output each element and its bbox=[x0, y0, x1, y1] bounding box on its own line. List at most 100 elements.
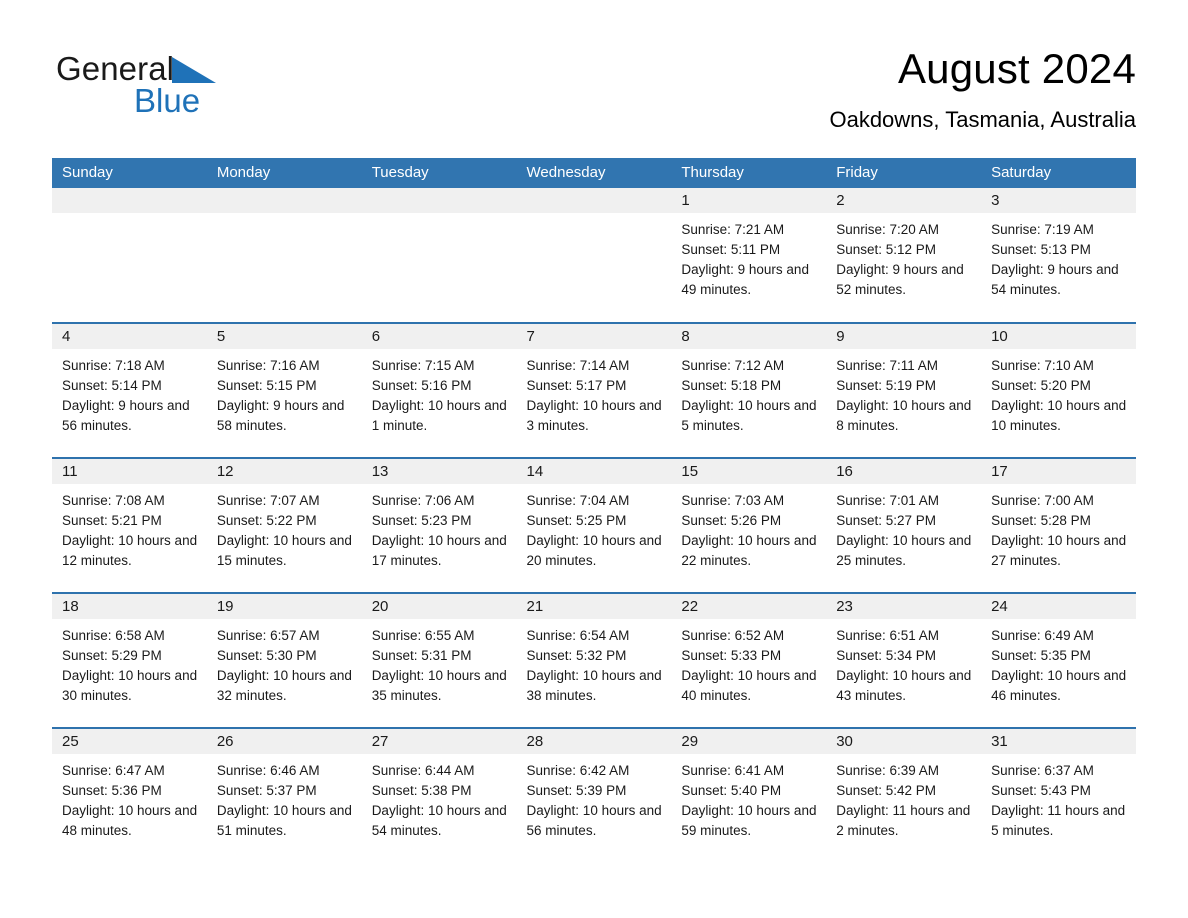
day-cell-inner: 15 Sunrise: 7:03 AM Sunset: 5:26 PM Dayligh… bbox=[671, 459, 827, 592]
weekday-header-monday: Monday bbox=[206, 158, 362, 188]
day-cell-inner: 13 Sunrise: 7:06 AM Sunset: 5:23 PM Dayligh… bbox=[361, 459, 517, 592]
day-cell-inner: 14 Sunrise: 7:04 AM Sunset: 5:25 PM Dayligh… bbox=[516, 459, 672, 592]
daylight-text: Daylight: 9 hours and 49 minutes. bbox=[681, 262, 809, 297]
day-cell-inner: 6 Sunrise: 7:15 AM Sunset: 5:16 PM Daylight… bbox=[361, 324, 517, 457]
location-subtitle: Oakdowns, Tasmania, Australia bbox=[829, 107, 1136, 132]
calendar-day-cell[interactable]: 9 Sunrise: 7:11 AM Sunset: 5:19 PM Daylight… bbox=[826, 322, 982, 458]
calendar-day-cell[interactable]: 11 Sunrise: 7:08 AM Sunset: 5:21 PM Dayligh… bbox=[52, 457, 207, 593]
day-info: Sunrise: 6:57 AM Sunset: 5:30 PM Daylight:… bbox=[207, 619, 362, 706]
calendar-day-cell[interactable]: 23 Sunrise: 6:51 AM Sunset: 5:34 PM Dayligh… bbox=[826, 592, 982, 728]
day-info: Sunrise: 6:52 AM Sunset: 5:33 PM Daylight:… bbox=[671, 619, 826, 706]
day-number: 2 bbox=[826, 188, 982, 213]
calendar-day-cell[interactable]: 1 Sunrise: 7:21 AM Sunset: 5:11 PM Daylight… bbox=[671, 188, 827, 323]
sunset-text: Sunset: 5:32 PM bbox=[526, 648, 627, 663]
day-cell-inner: 3 Sunrise: 7:19 AM Sunset: 5:13 PM Daylight… bbox=[981, 188, 1136, 322]
day-info: Sunrise: 6:39 AM Sunset: 5:42 PM Daylight:… bbox=[826, 754, 981, 841]
sunset-text: Sunset: 5:34 PM bbox=[836, 648, 937, 663]
day-info: Sunrise: 7:00 AM Sunset: 5:28 PM Daylight:… bbox=[981, 484, 1136, 571]
day-cell-inner bbox=[516, 188, 672, 322]
sunrise-text: Sunrise: 7:18 AM bbox=[62, 358, 165, 373]
calendar-day-cell[interactable]: 10 Sunrise: 7:10 AM Sunset: 5:20 PM Dayligh… bbox=[981, 322, 1136, 458]
sunrise-text: Sunrise: 6:54 AM bbox=[526, 628, 630, 643]
calendar-cell-empty bbox=[206, 188, 362, 323]
daylight-text: Daylight: 10 hours and 30 minutes. bbox=[62, 668, 198, 703]
day-number: 1 bbox=[671, 188, 827, 213]
calendar-day-cell[interactable]: 5 Sunrise: 7:16 AM Sunset: 5:15 PM Daylight… bbox=[206, 322, 362, 458]
day-cell-inner: 20 Sunrise: 6:55 AM Sunset: 5:31 PM Dayligh… bbox=[361, 594, 517, 727]
calendar-day-cell[interactable]: 7 Sunrise: 7:14 AM Sunset: 5:17 PM Daylight… bbox=[516, 322, 672, 458]
sunset-text: Sunset: 5:35 PM bbox=[991, 648, 1091, 663]
day-cell-inner: 25 Sunrise: 6:47 AM Sunset: 5:36 PM Dayligh… bbox=[52, 729, 207, 863]
page-header: General Blue August 2024 Oakdowns, Tasma… bbox=[0, 0, 1188, 132]
day-info: Sunrise: 7:08 AM Sunset: 5:21 PM Daylight:… bbox=[52, 484, 207, 571]
daylight-text: Daylight: 10 hours and 35 minutes. bbox=[371, 668, 507, 703]
sunrise-text: Sunrise: 7:03 AM bbox=[681, 493, 785, 508]
calendar-day-cell[interactable]: 15 Sunrise: 7:03 AM Sunset: 5:26 PM Dayligh… bbox=[671, 457, 827, 593]
daylight-text: Daylight: 10 hours and 8 minutes. bbox=[836, 398, 972, 433]
calendar-day-cell[interactable]: 14 Sunrise: 7:04 AM Sunset: 5:25 PM Dayligh… bbox=[516, 457, 672, 593]
logo-line-two: Blue bbox=[56, 84, 326, 117]
day-number: 19 bbox=[206, 594, 362, 619]
calendar-day-cell[interactable]: 29 Sunrise: 6:41 AM Sunset: 5:40 PM Dayligh… bbox=[671, 727, 827, 863]
day-number: 7 bbox=[516, 324, 672, 349]
daylight-text: Daylight: 10 hours and 10 minutes. bbox=[991, 398, 1127, 433]
day-cell-inner: 21 Sunrise: 6:54 AM Sunset: 5:32 PM Dayligh… bbox=[516, 594, 672, 727]
calendar-week-row: 25 Sunrise: 6:47 AM Sunset: 5:36 PM Dayligh… bbox=[52, 727, 1136, 863]
day-number: 24 bbox=[981, 594, 1136, 619]
calendar-day-cell[interactable]: 31 Sunrise: 6:37 AM Sunset: 5:43 PM Dayligh… bbox=[981, 727, 1136, 863]
calendar-day-cell[interactable]: 6 Sunrise: 7:15 AM Sunset: 5:16 PM Daylight… bbox=[361, 322, 517, 458]
sunrise-text: Sunrise: 6:41 AM bbox=[681, 763, 785, 778]
calendar-day-cell[interactable]: 25 Sunrise: 6:47 AM Sunset: 5:36 PM Dayligh… bbox=[52, 727, 207, 863]
page-title: August 2024 bbox=[897, 45, 1136, 92]
calendar-day-cell[interactable]: 26 Sunrise: 6:46 AM Sunset: 5:37 PM Dayligh… bbox=[206, 727, 362, 863]
daylight-text: Daylight: 11 hours and 5 minutes. bbox=[991, 803, 1126, 838]
sunrise-text: Sunrise: 7:19 AM bbox=[991, 222, 1094, 237]
calendar-day-cell[interactable]: 19 Sunrise: 6:57 AM Sunset: 5:30 PM Dayligh… bbox=[206, 592, 362, 728]
day-cell-inner: 2 Sunrise: 7:20 AM Sunset: 5:12 PM Daylight… bbox=[826, 188, 982, 322]
daylight-text: Daylight: 10 hours and 38 minutes. bbox=[526, 668, 662, 703]
calendar-day-cell[interactable]: 4 Sunrise: 7:18 AM Sunset: 5:14 PM Daylight… bbox=[52, 322, 207, 458]
weekday-header-friday: Friday bbox=[826, 158, 982, 188]
sunrise-text: Sunrise: 7:14 AM bbox=[526, 358, 630, 373]
day-cell-inner: 5 Sunrise: 7:16 AM Sunset: 5:15 PM Daylight… bbox=[206, 324, 362, 457]
calendar-day-cell[interactable]: 13 Sunrise: 7:06 AM Sunset: 5:23 PM Dayligh… bbox=[361, 457, 517, 593]
general-blue-logo[interactable]: General Blue bbox=[56, 52, 326, 118]
calendar-day-cell[interactable]: 24 Sunrise: 6:49 AM Sunset: 5:35 PM Dayligh… bbox=[981, 592, 1136, 728]
daylight-text: Daylight: 9 hours and 52 minutes. bbox=[836, 262, 964, 297]
calendar-day-cell[interactable]: 3 Sunrise: 7:19 AM Sunset: 5:13 PM Daylight… bbox=[981, 188, 1136, 323]
day-cell-inner: 8 Sunrise: 7:12 AM Sunset: 5:18 PM Daylight… bbox=[671, 324, 827, 457]
day-info: Sunrise: 7:16 AM Sunset: 5:15 PM Daylight:… bbox=[207, 349, 362, 436]
calendar-page: General Blue August 2024 Oakdowns, Tasma… bbox=[0, 0, 1188, 918]
daylight-text: Daylight: 10 hours and 15 minutes. bbox=[216, 533, 352, 568]
sunset-text: Sunset: 5:12 PM bbox=[836, 242, 937, 257]
calendar-day-cell[interactable]: 21 Sunrise: 6:54 AM Sunset: 5:32 PM Dayligh… bbox=[516, 592, 672, 728]
calendar-day-cell[interactable]: 17 Sunrise: 7:00 AM Sunset: 5:28 PM Dayligh… bbox=[981, 457, 1136, 593]
day-cell-inner: 24 Sunrise: 6:49 AM Sunset: 5:35 PM Dayligh… bbox=[981, 594, 1136, 727]
day-cell-inner: 16 Sunrise: 7:01 AM Sunset: 5:27 PM Dayligh… bbox=[826, 459, 982, 592]
calendar-day-cell[interactable]: 28 Sunrise: 6:42 AM Sunset: 5:39 PM Dayligh… bbox=[516, 727, 672, 863]
day-cell-inner: 1 Sunrise: 7:21 AM Sunset: 5:11 PM Daylight… bbox=[671, 188, 827, 322]
day-info: Sunrise: 7:18 AM Sunset: 5:14 PM Daylight:… bbox=[52, 349, 207, 436]
calendar-day-cell[interactable]: 18 Sunrise: 6:58 AM Sunset: 5:29 PM Dayligh… bbox=[52, 592, 207, 728]
calendar-cell-empty bbox=[361, 188, 517, 323]
sunset-text: Sunset: 5:33 PM bbox=[681, 648, 782, 663]
sunrise-text: Sunrise: 6:55 AM bbox=[371, 628, 475, 643]
calendar-day-cell[interactable]: 27 Sunrise: 6:44 AM Sunset: 5:38 PM Dayligh… bbox=[361, 727, 517, 863]
day-number: 29 bbox=[671, 729, 827, 754]
day-number: 31 bbox=[981, 729, 1136, 754]
day-info: Sunrise: 6:58 AM Sunset: 5:29 PM Daylight:… bbox=[52, 619, 207, 706]
calendar-day-cell[interactable]: 16 Sunrise: 7:01 AM Sunset: 5:27 PM Dayligh… bbox=[826, 457, 982, 593]
day-info: Sunrise: 6:49 AM Sunset: 5:35 PM Daylight:… bbox=[981, 619, 1136, 706]
day-number: 25 bbox=[52, 729, 207, 754]
calendar-day-cell[interactable]: 22 Sunrise: 6:52 AM Sunset: 5:33 PM Dayligh… bbox=[671, 592, 827, 728]
sunrise-text: Sunrise: 7:01 AM bbox=[836, 493, 940, 508]
calendar-day-cell[interactable]: 8 Sunrise: 7:12 AM Sunset: 5:18 PM Daylight… bbox=[671, 322, 827, 458]
sunrise-text: Sunrise: 7:00 AM bbox=[991, 493, 1094, 508]
calendar-day-cell[interactable]: 20 Sunrise: 6:55 AM Sunset: 5:31 PM Dayligh… bbox=[361, 592, 517, 728]
day-info: Sunrise: 6:46 AM Sunset: 5:37 PM Daylight:… bbox=[207, 754, 362, 841]
calendar-day-cell[interactable]: 12 Sunrise: 7:07 AM Sunset: 5:22 PM Dayligh… bbox=[206, 457, 362, 593]
calendar-day-cell[interactable]: 30 Sunrise: 6:39 AM Sunset: 5:42 PM Dayligh… bbox=[826, 727, 982, 863]
calendar-day-cell[interactable]: 2 Sunrise: 7:20 AM Sunset: 5:12 PM Daylight… bbox=[826, 188, 982, 323]
day-number: 5 bbox=[206, 324, 362, 349]
calendar-week-row: 18 Sunrise: 6:58 AM Sunset: 5:29 PM Dayligh… bbox=[52, 592, 1136, 728]
